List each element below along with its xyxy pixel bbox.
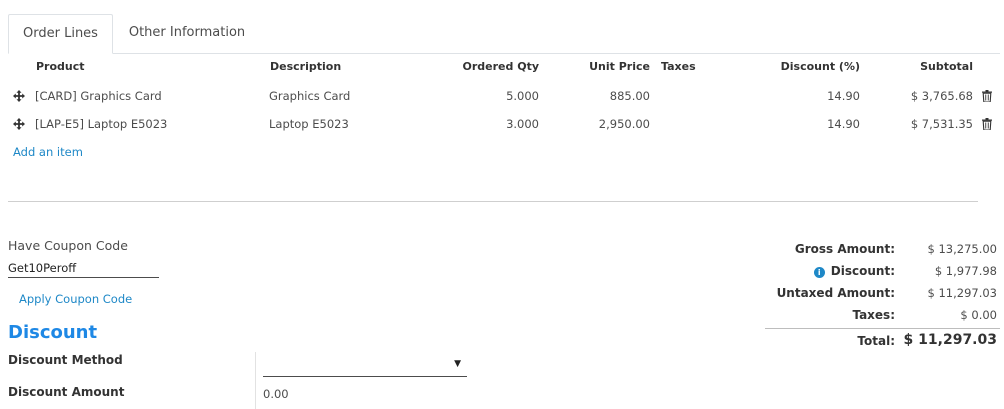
taxes-total-label: Taxes:: [852, 308, 895, 322]
column-header-taxes[interactable]: Taxes: [661, 60, 696, 73]
totals-divider: [765, 328, 1000, 329]
drag-handle-icon[interactable]: [13, 90, 25, 102]
dropdown-arrow-icon: ▼: [454, 359, 461, 369]
grand-total-label: Total:: [857, 334, 895, 348]
coupon-code-label: Have Coupon Code: [8, 238, 128, 253]
discount-section-title: Discount: [8, 322, 98, 343]
discount-amount-label: Discount Amount: [8, 385, 125, 399]
column-header-subtotal[interactable]: Subtotal: [890, 60, 973, 73]
cell-unit-price[interactable]: 885.00: [560, 89, 650, 103]
coupon-code-input[interactable]: [8, 258, 159, 278]
tab-other-information[interactable]: Other Information: [117, 14, 257, 54]
cell-description[interactable]: Laptop E5023: [269, 117, 349, 131]
discount-method-label: Discount Method: [8, 353, 123, 367]
cell-subtotal: $ 7,531.35: [910, 117, 973, 131]
section-divider: [8, 201, 978, 202]
discount-total-value: $ 1,977.98: [934, 264, 997, 278]
cell-product[interactable]: [CARD] Graphics Card: [35, 89, 162, 103]
discount-amount-value[interactable]: 0.00: [263, 387, 289, 401]
add-item-link[interactable]: Add an item: [13, 145, 83, 159]
cell-unit-price[interactable]: 2,950.00: [560, 117, 650, 131]
trash-icon[interactable]: [982, 90, 992, 102]
cell-discount[interactable]: 14.90: [760, 89, 860, 103]
cell-product[interactable]: [LAP-E5] Laptop E5023: [35, 117, 167, 131]
info-icon[interactable]: i: [813, 267, 825, 278]
drag-handle-icon[interactable]: [13, 118, 25, 130]
gross-amount-value: $ 13,275.00: [927, 242, 998, 256]
cell-qty[interactable]: 5.000: [438, 89, 539, 103]
tab-order-lines[interactable]: Order Lines: [8, 14, 113, 54]
cell-description[interactable]: Graphics Card: [269, 89, 350, 103]
gross-amount-label: Gross Amount:: [794, 242, 895, 256]
column-header-ordered-qty[interactable]: Ordered Qty: [438, 60, 539, 73]
apply-coupon-button[interactable]: Apply Coupon Code: [19, 292, 132, 306]
untaxed-amount-value: $ 11,297.03: [927, 286, 998, 300]
column-header-unit-price[interactable]: Unit Price: [560, 60, 650, 73]
trash-icon[interactable]: [982, 118, 992, 130]
grand-total-value: $ 11,297.03: [903, 332, 997, 348]
column-header-description[interactable]: Description: [270, 60, 341, 73]
cell-discount[interactable]: 14.90: [760, 117, 860, 131]
column-header-product[interactable]: Product: [36, 60, 85, 73]
column-header-discount[interactable]: Discount (%): [760, 60, 860, 73]
field-separator: [255, 352, 256, 409]
taxes-total-value: $ 0.00: [960, 308, 997, 322]
discount-method-select[interactable]: ▼: [263, 355, 467, 377]
untaxed-amount-label: Untaxed Amount:: [776, 286, 895, 300]
discount-total-label: i Discount:: [813, 264, 895, 278]
notebook-tabs: Order Lines Other Information: [8, 14, 1000, 54]
cell-subtotal: $ 3,765.68: [910, 89, 973, 103]
cell-qty[interactable]: 3.000: [438, 117, 539, 131]
